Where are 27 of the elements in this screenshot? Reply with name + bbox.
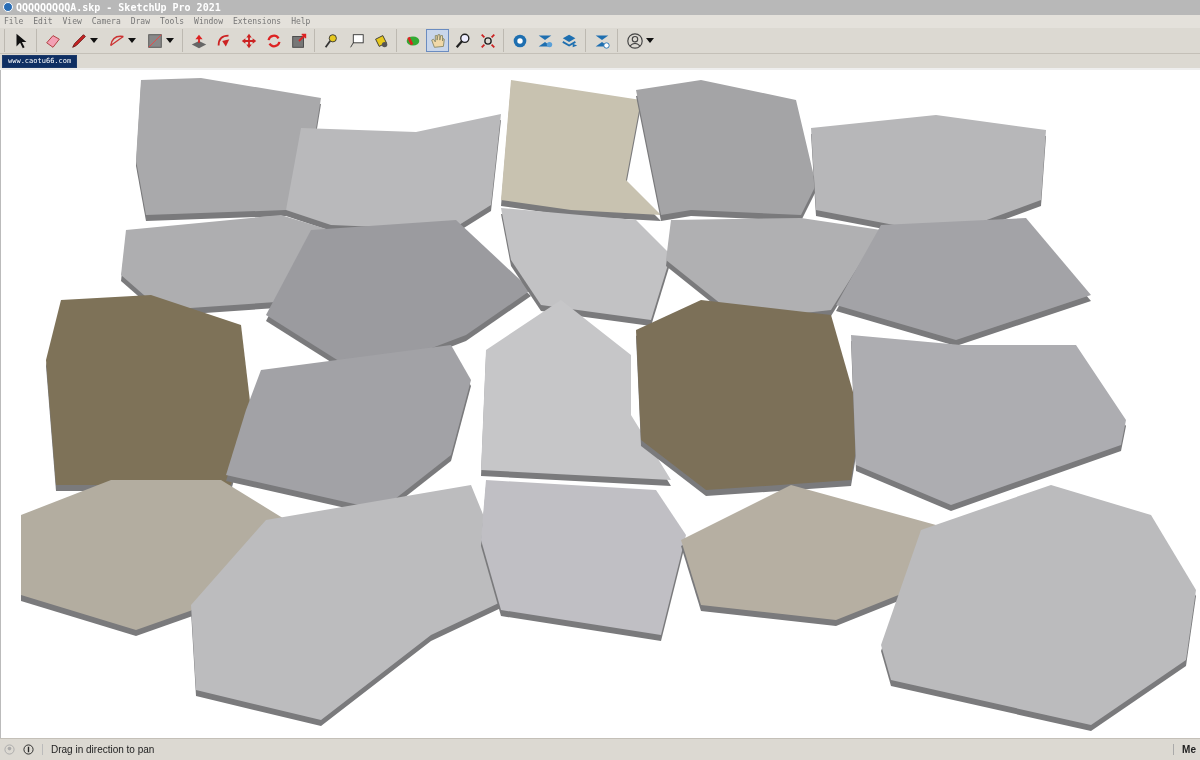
menu-item[interactable]: View (62, 16, 82, 26)
move-arrows-icon (239, 31, 258, 50)
hand-icon (428, 31, 447, 50)
rectangle-icon (145, 31, 164, 50)
caret-icon (166, 38, 175, 44)
caret-icon (646, 38, 655, 44)
pencil-icon (69, 31, 88, 50)
app-logo-icon (3, 2, 13, 13)
caret-icon (90, 38, 99, 44)
caret-icon (128, 38, 137, 44)
geo-location-icon (4, 743, 15, 755)
zoom-extents-icon (478, 31, 497, 50)
user-avatar-icon (625, 31, 644, 50)
menu-item[interactable]: Window (194, 16, 223, 26)
measurements-label: Me (1173, 743, 1196, 755)
menu-item[interactable]: File (4, 16, 24, 26)
info-icon[interactable] (23, 743, 34, 755)
menu-item[interactable]: Draw (130, 16, 150, 26)
menu-item[interactable]: Edit (33, 16, 53, 26)
scale-icon (289, 31, 308, 50)
window-title: QQQQQQQQQA.skp - SketchUp Pro 2021 (16, 1, 221, 13)
menu-item[interactable]: Camera (91, 16, 121, 26)
status-hint: Drag in direction to pan (42, 743, 1166, 755)
magnifier-icon (453, 31, 472, 50)
menu-item[interactable]: Extensions (232, 16, 282, 26)
menu-item[interactable]: Help (291, 16, 311, 26)
menu-item[interactable]: Tools (159, 16, 185, 26)
